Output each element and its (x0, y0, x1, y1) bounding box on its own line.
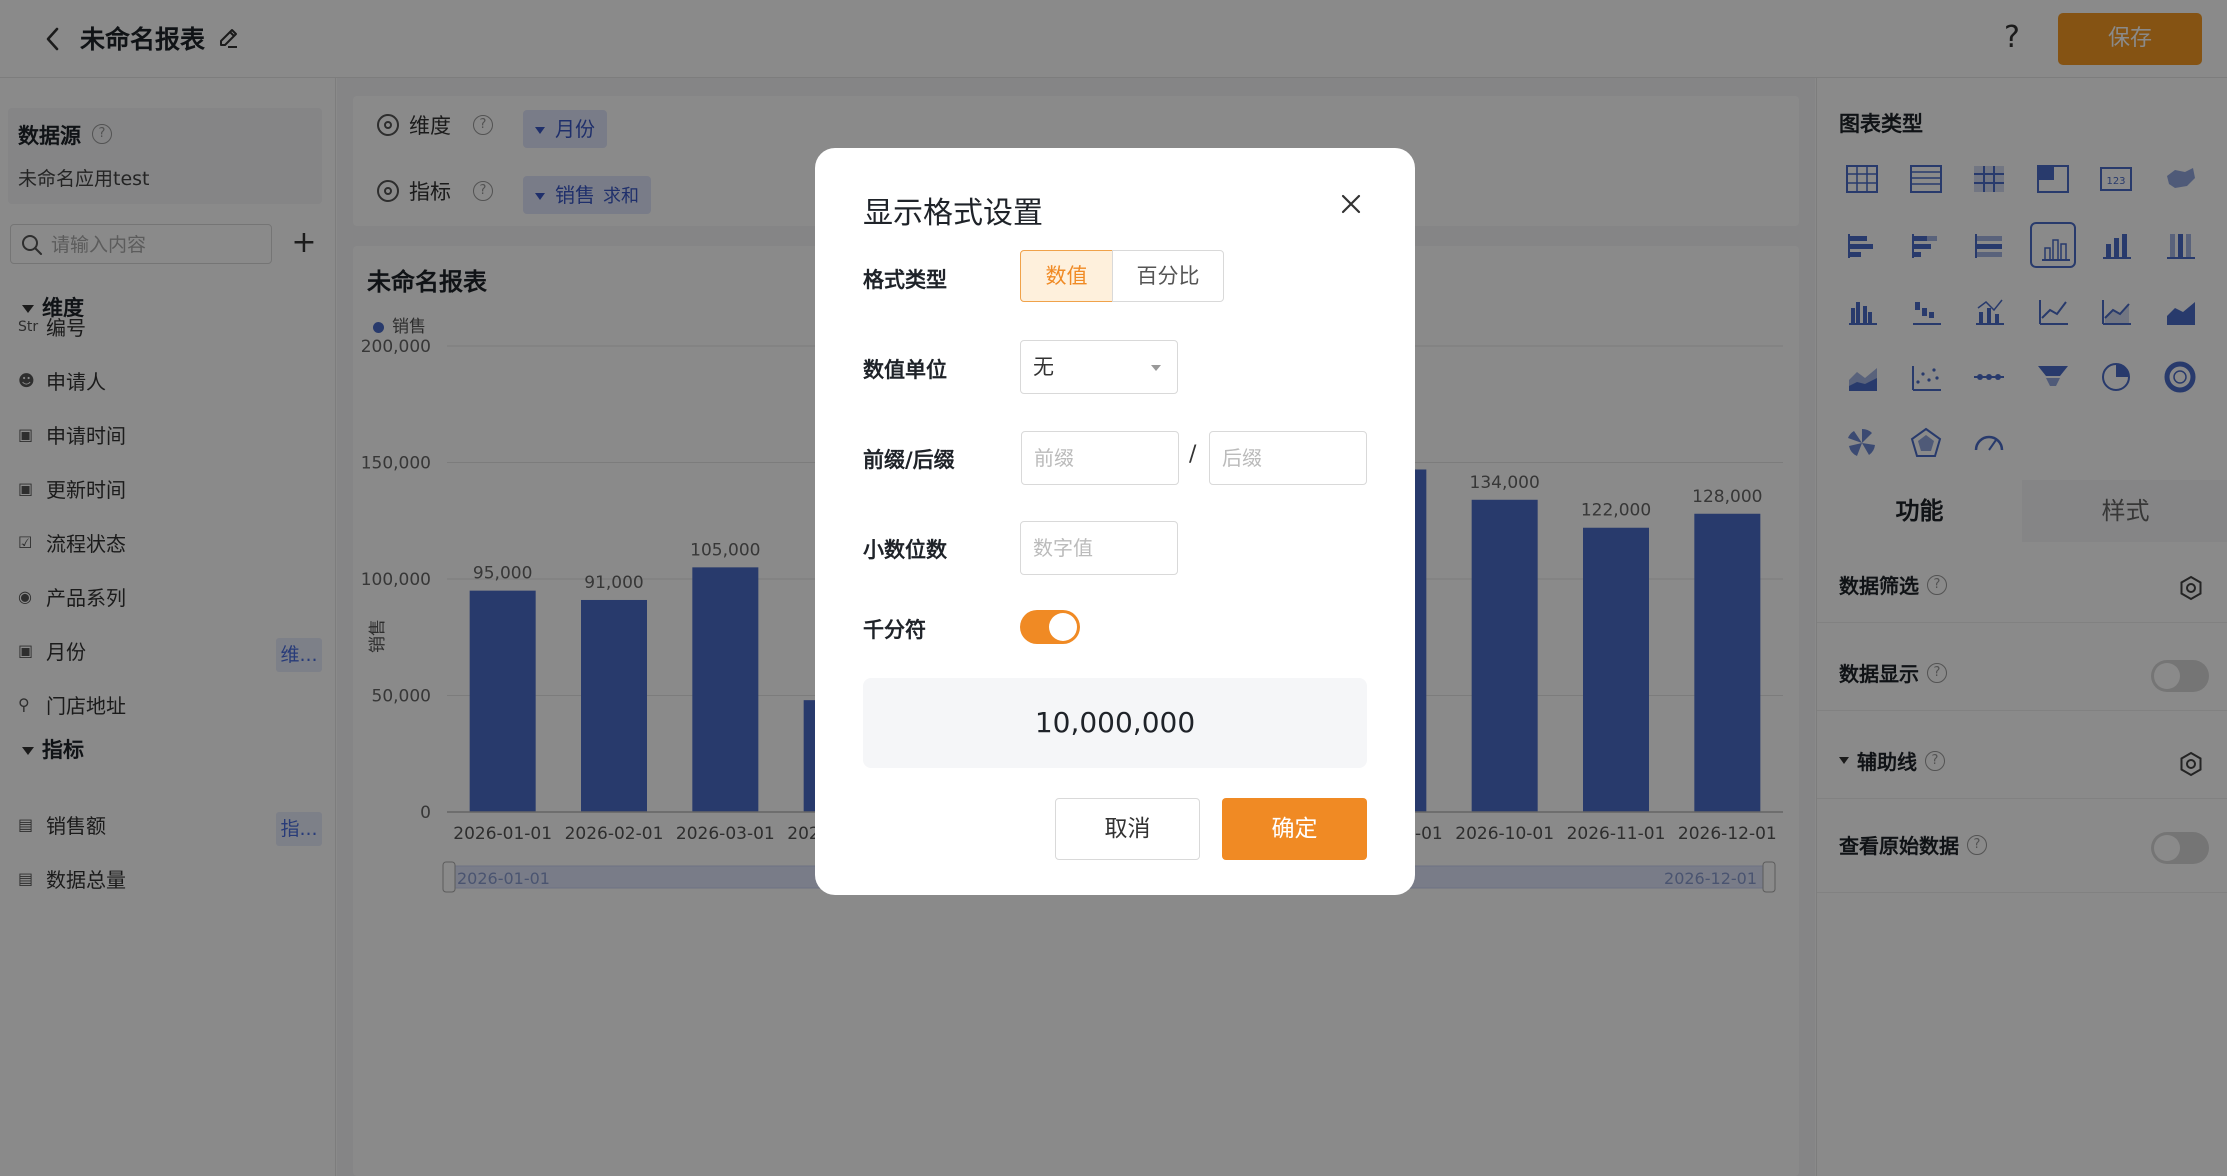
format-preview: 10,000,000 (863, 678, 1367, 768)
thousands-separator-label: 千分符 (863, 618, 926, 642)
unit-label: 数值单位 (863, 358, 947, 382)
format-option-number[interactable]: 数值 (1020, 250, 1113, 302)
suffix-input[interactable] (1209, 431, 1367, 485)
cancel-button[interactable]: 取消 (1055, 798, 1200, 860)
display-format-dialog: 显示格式设置 格式类型 数值 百分比 数值单位 无 前缀/后缀 / 小数位数 千… (815, 148, 1415, 895)
chevron-down-icon (1151, 365, 1161, 371)
format-type-segmented: 数值 百分比 (1020, 250, 1224, 302)
thousands-separator-toggle[interactable] (1020, 610, 1080, 644)
decimal-label: 小数位数 (863, 538, 947, 562)
decimal-input[interactable] (1020, 521, 1178, 575)
prefix-suffix-label: 前缀/后缀 (863, 448, 955, 472)
prefix-suffix-separator: / (1189, 442, 1197, 467)
format-option-percent[interactable]: 百分比 (1112, 250, 1224, 302)
dialog-title: 显示格式设置 (863, 196, 1043, 231)
close-icon[interactable] (1335, 188, 1367, 220)
format-type-label: 格式类型 (863, 268, 947, 292)
confirm-button[interactable]: 确定 (1222, 798, 1367, 860)
unit-select[interactable]: 无 (1020, 340, 1178, 394)
prefix-input[interactable] (1021, 431, 1179, 485)
